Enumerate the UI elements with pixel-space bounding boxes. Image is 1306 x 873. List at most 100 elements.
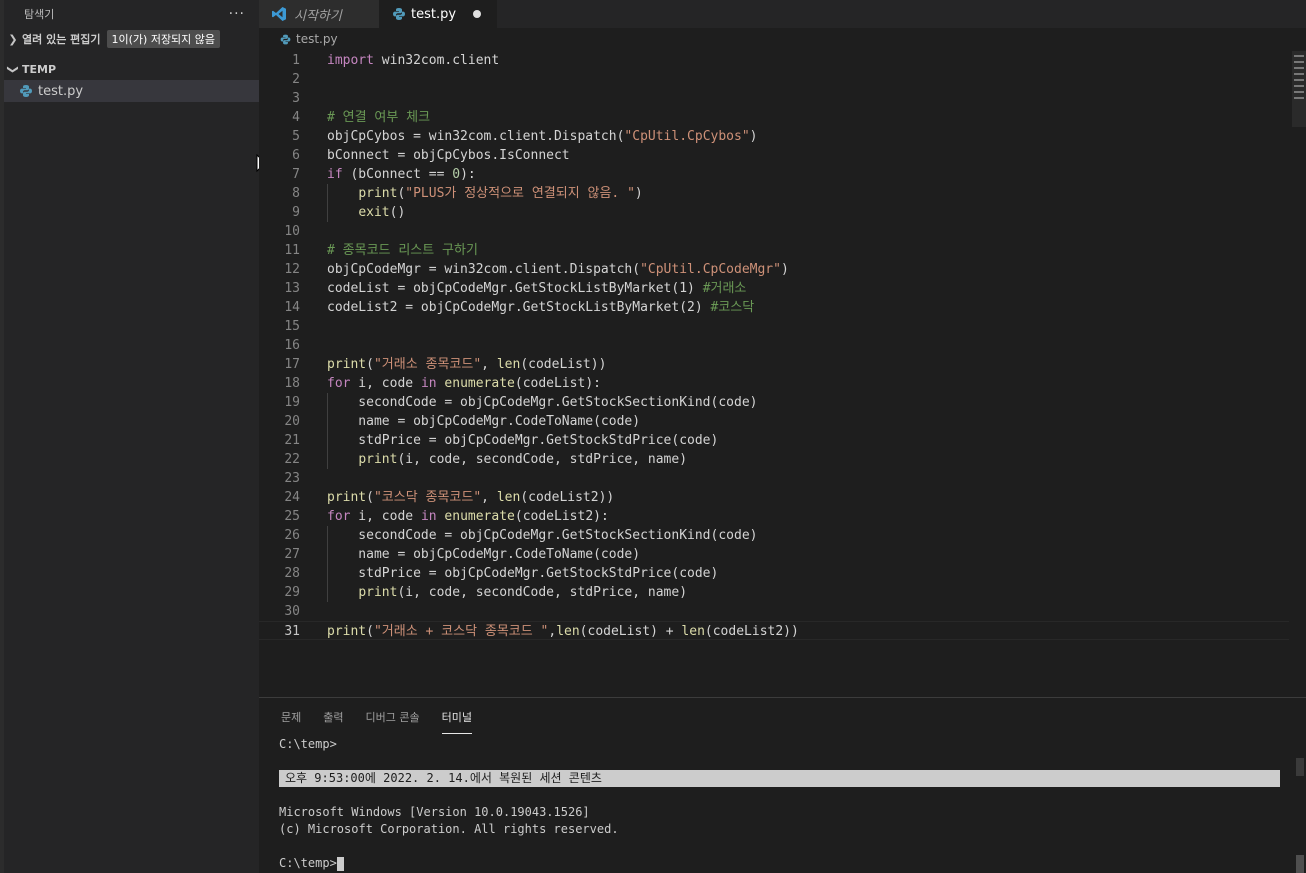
line-text: objCpCybos = win32com.client.Dispatch("C…	[327, 129, 758, 144]
line-number: 17	[284, 357, 300, 372]
line-number: 27	[284, 547, 300, 562]
code-line[interactable]: 10	[259, 222, 1289, 241]
open-editors-section[interactable]: ❯ 열려 있는 편집기 1이(가) 저장되지 않음	[4, 28, 259, 50]
line-number: 2	[292, 72, 300, 87]
code-line[interactable]: 3	[259, 89, 1289, 108]
tab-test-py[interactable]: test.py	[379, 0, 497, 28]
open-editors-label: 열려 있는 편집기	[22, 33, 101, 46]
indent-guide	[327, 431, 328, 450]
code-line[interactable]: 5 objCpCybos = win32com.client.Dispatch("…	[259, 127, 1289, 146]
line-number: 25	[284, 509, 300, 524]
python-file-icon	[20, 85, 32, 97]
code-line[interactable]: 15	[259, 317, 1289, 336]
code-line[interactable]: 31 print("거래소 + 코스닥 종목코드 ",len(codeList) …	[259, 621, 1289, 640]
code-line[interactable]: 26 secondCode = objCpCodeMgr.GetStockSec…	[259, 526, 1289, 545]
code-line[interactable]: 19 secondCode = objCpCodeMgr.GetStockSec…	[259, 393, 1289, 412]
panel-tab[interactable]: 출력	[323, 698, 343, 736]
minimap[interactable]	[1292, 51, 1306, 127]
line-text: codeList2 = objCpCodeMgr.GetStockListByM…	[327, 300, 755, 315]
code-line[interactable]: 30	[259, 602, 1289, 621]
tab-welcome[interactable]: 시작하기	[259, 0, 379, 28]
code-line[interactable]: 21 stdPrice = objCpCodeMgr.GetStockStdPr…	[259, 431, 1289, 450]
editor-area: 시작하기 test.py test.py 1 import win32com.cl…	[259, 0, 1306, 697]
file-item-test-py[interactable]: test.py	[4, 80, 259, 102]
line-text: # 종목코드 리스트 구하기	[327, 243, 478, 258]
code-line[interactable]: 17 print("거래소 종목코드", len(codeList))	[259, 355, 1289, 374]
code-line[interactable]: 7 if (bConnect == 0):	[259, 165, 1289, 184]
terminal-scrollbar-thumb[interactable]	[1296, 855, 1304, 873]
line-number: 11	[284, 243, 300, 258]
code-line[interactable]: 4 # 연결 여부 체크	[259, 108, 1289, 127]
line-text: exit()	[358, 205, 406, 220]
copyright-line: (c) Microsoft Corporation. All rights re…	[279, 822, 619, 836]
line-number: 5	[292, 129, 300, 144]
vscode-logo-icon	[272, 7, 286, 21]
windows-version-line: Microsoft Windows [Version 10.0.19043.15…	[279, 805, 590, 819]
tab-label: 시작하기	[294, 8, 342, 24]
code-line[interactable]: 2	[259, 70, 1289, 89]
line-number: 8	[292, 186, 300, 201]
terminal-cursor	[336, 856, 344, 871]
terminal-scrollbar-thumb-upper[interactable]	[1296, 758, 1304, 776]
unsaved-dot-icon[interactable]	[473, 10, 481, 18]
line-number: 6	[292, 148, 300, 163]
line-number: 26	[284, 528, 300, 543]
code-line[interactable]: 22 print(i, code, secondCode, stdPrice, …	[259, 450, 1289, 469]
restored-session-banner: 오후 9:53:00에 2022. 2. 14.에서 복원된 세션 콘텐츠	[279, 770, 1280, 787]
code-line[interactable]: 11 # 종목코드 리스트 구하기	[259, 241, 1289, 260]
line-text: stdPrice = objCpCodeMgr.GetStockStdPrice…	[327, 566, 719, 581]
line-text: secondCode = objCpCodeMgr.GetStockSectio…	[327, 395, 758, 410]
chevron-right-icon: ❯	[8, 32, 18, 46]
breadcrumb[interactable]: test.py	[259, 28, 1306, 50]
panel-tab[interactable]: 디버그 콘솔	[366, 698, 420, 736]
line-text: secondCode = objCpCodeMgr.GetStockSectio…	[327, 528, 758, 543]
folder-section-temp[interactable]: ❯ TEMP	[4, 58, 259, 80]
code-line[interactable]: 29 print(i, code, secondCode, stdPrice, …	[259, 583, 1289, 602]
file-name: test.py	[38, 83, 84, 99]
code-line[interactable]: 28 stdPrice = objCpCodeMgr.GetStockStdPr…	[259, 564, 1289, 583]
code-line[interactable]: 23	[259, 469, 1289, 488]
indent-guide	[327, 526, 328, 545]
tab-label: test.py	[411, 6, 457, 22]
line-number: 20	[284, 414, 300, 429]
code-line[interactable]: 1 import win32com.client	[259, 51, 1289, 70]
editor-tabbar: 시작하기 test.py	[259, 0, 1306, 28]
python-file-icon	[280, 34, 291, 44]
code-line[interactable]: 25 for i, code in enumerate(codeList2):	[259, 507, 1289, 526]
unsaved-badge: 1이(가) 저장되지 않음	[106, 30, 221, 48]
code-line[interactable]: 27 name = objCpCodeMgr.CodeToName(code)	[259, 545, 1289, 564]
code-line[interactable]: 20 name = objCpCodeMgr.CodeToName(code)	[259, 412, 1289, 431]
code-editor[interactable]: 1 import win32com.client 2 3 4 # 연결 여부 체크 5 obj…	[259, 51, 1289, 640]
terminal[interactable]: C:\temp> 오후 9:53:00에 2022. 2. 14.에서 복원된 …	[279, 736, 1289, 872]
line-number: 10	[284, 224, 300, 239]
code-line[interactable]: 18 for i, code in enumerate(codeList):	[259, 374, 1289, 393]
line-text: objCpCodeMgr = win32com.client.Dispatch(…	[327, 262, 789, 277]
panel-tab[interactable]: 문제	[281, 698, 301, 736]
code-line[interactable]: 6 bConnect = objCpCybos.IsConnect	[259, 146, 1289, 165]
code-line[interactable]: 9 exit()	[259, 203, 1289, 222]
line-text: print("코스닥 종목코드", len(codeList2))	[327, 490, 615, 505]
code-line[interactable]: 14 codeList2 = objCpCodeMgr.GetStockListB…	[259, 298, 1289, 317]
code-line[interactable]: 24 print("코스닥 종목코드", len(codeList2))	[259, 488, 1289, 507]
line-number: 18	[284, 376, 300, 391]
explorer-header: 탐색기 ···	[4, 0, 259, 28]
line-number: 23	[284, 471, 300, 486]
panel-tab[interactable]: 터미널	[441, 698, 473, 736]
line-number: 4	[292, 110, 300, 125]
more-actions-icon[interactable]: ···	[229, 6, 245, 22]
terminal-input-line[interactable]: C:\temp>	[279, 855, 1289, 872]
code-line[interactable]: 13 codeList = objCpCodeMgr.GetStockListBy…	[259, 279, 1289, 298]
code-line[interactable]: 16	[259, 336, 1289, 355]
line-number: 16	[284, 338, 300, 353]
indent-guide	[327, 184, 328, 203]
line-text: import win32com.client	[327, 53, 500, 68]
code-line[interactable]: 12 objCpCodeMgr = win32com.client.Dispatc…	[259, 260, 1289, 279]
python-file-icon	[393, 8, 405, 20]
line-number: 22	[284, 452, 300, 467]
terminal-prompt: C:\temp>	[279, 856, 337, 870]
line-number: 31	[284, 624, 300, 639]
code-line[interactable]: 8 print("PLUS가 정상적으로 연결되지 않음. ")	[259, 184, 1289, 203]
explorer-title: 탐색기	[24, 8, 55, 21]
line-text: print(i, code, secondCode, stdPrice, nam…	[358, 452, 688, 467]
indent-guide	[327, 450, 328, 469]
